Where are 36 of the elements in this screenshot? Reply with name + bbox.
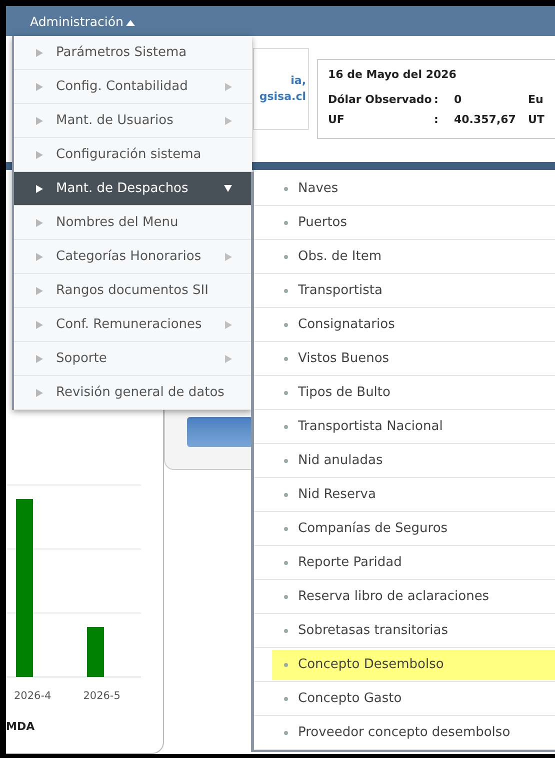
menu-item[interactable]: Mant. de Usuarios: [14, 104, 252, 138]
indicator-label: UF: [328, 112, 346, 128]
submenu-item[interactable]: Proveedor concepto desembolso: [272, 718, 555, 748]
indicator-separator: :: [434, 92, 440, 108]
submenu-item[interactable]: Companías de Seguros: [272, 514, 555, 544]
submenu-item[interactable]: Tipos de Bulto: [272, 378, 555, 408]
submenu-item[interactable]: Reporte Paridad: [272, 548, 555, 578]
submenu-item[interactable]: Transportista Nacional: [272, 412, 555, 442]
indicator-label: Eu: [528, 92, 544, 108]
submenu-item[interactable]: Consignatarios: [272, 310, 555, 340]
axis-label: 2026-5: [83, 690, 120, 702]
submenu-item[interactable]: Concepto Desembolso: [272, 650, 555, 680]
submenu-item[interactable]: Vistos Buenos: [272, 344, 555, 374]
submenu-item[interactable]: Obs. de Item: [272, 242, 555, 272]
menu-item[interactable]: Parámetros Sistema: [14, 36, 252, 70]
submenu-item[interactable]: Sobretasas transitorias: [272, 616, 555, 646]
indicator-label: UT: [528, 112, 544, 128]
submenu-item[interactable]: Naves: [272, 174, 555, 204]
submenu-item[interactable]: Puertos: [272, 208, 555, 238]
indicator-value: 40.357,67: [454, 112, 517, 128]
menu-item[interactable]: Mant. de Despachos: [14, 172, 252, 206]
administration-menu[interactable]: Administración: [28, 14, 138, 28]
submenu-item[interactable]: Nid anuladas: [272, 446, 555, 476]
indicator-label: Dólar Observado: [328, 92, 433, 108]
indicator-value: 0: [454, 92, 463, 108]
date-text: 16 de Mayo del 2026: [328, 67, 458, 83]
contact-link[interactable]: gsisa.cl: [259, 89, 306, 105]
chart-caption: MDA: [6, 720, 36, 733]
contact-link[interactable]: ia,: [290, 73, 306, 89]
submenu-item[interactable]: Reserva libro de aclaraciones: [272, 582, 555, 612]
menu-item[interactable]: Config. Contabilidad: [14, 70, 252, 104]
submenu-item[interactable]: Transportista: [272, 276, 555, 306]
axis-label: 2026-4: [14, 690, 52, 702]
indicator-separator: :: [434, 112, 440, 128]
submenu-item[interactable]: Concepto Gasto: [272, 684, 555, 714]
submenu-item[interactable]: Nid Reserva: [272, 480, 555, 510]
